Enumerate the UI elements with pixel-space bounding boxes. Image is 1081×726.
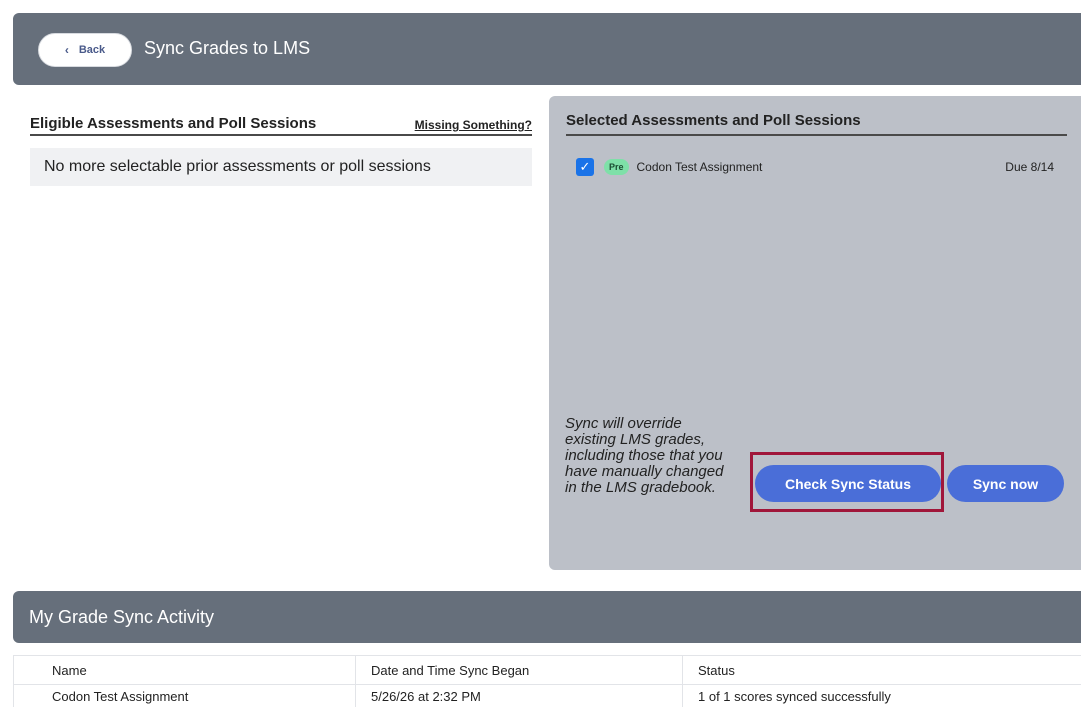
- eligible-section-title: Eligible Assessments and Poll Sessions: [30, 115, 317, 132]
- eligible-empty-message: No more selectable prior assessments or …: [30, 148, 532, 186]
- selected-section: Selected Assessments and Poll Sessions ✓…: [549, 96, 1081, 570]
- sync-warning-text: Sync will override existing LMS grades, …: [565, 415, 724, 496]
- activity-header: My Grade Sync Activity: [13, 591, 1081, 643]
- back-button[interactable]: ‹ Back: [38, 33, 132, 67]
- column-header-name: Name: [13, 655, 356, 685]
- row-date: 5/26/26 at 2:32 PM: [355, 684, 683, 707]
- eligible-section: Eligible Assessments and Poll Sessions M…: [30, 112, 532, 186]
- row-status: 1 of 1 scores synced successfully: [682, 684, 1081, 707]
- column-header-status: Status: [682, 655, 1081, 685]
- row-name: Codon Test Assignment: [13, 684, 356, 707]
- eligible-section-header: Eligible Assessments and Poll Sessions M…: [30, 112, 532, 136]
- page-title: Sync Grades to LMS: [144, 38, 311, 58]
- sync-grades-page: ‹ Back Sync Grades to LMS Eligible Asses…: [0, 0, 1081, 726]
- back-button-label: Back: [78, 44, 106, 56]
- sync-now-button[interactable]: Sync now: [947, 465, 1064, 502]
- selected-item-name: Codon Test Assignment: [636, 160, 763, 174]
- selected-section-title: Selected Assessments and Poll Sessions: [566, 112, 1067, 136]
- missing-something-link[interactable]: Missing Something?: [415, 118, 532, 132]
- selected-item-checkbox[interactable]: ✓: [576, 158, 594, 176]
- page-header: ‹ Back Sync Grades to LMS: [13, 13, 1081, 85]
- column-header-date: Date and Time Sync Began: [355, 655, 683, 685]
- check-sync-status-button[interactable]: Check Sync Status: [755, 465, 941, 502]
- check-icon: ✓: [579, 159, 591, 174]
- selected-item: ✓ Pre Codon Test Assignment Due 8/14: [576, 157, 1054, 177]
- pre-badge: Pre: [604, 159, 629, 175]
- table-row: Codon Test Assignment 5/26/26 at 2:32 PM…: [13, 684, 1081, 707]
- activity-table: Name Date and Time Sync Began Status Cod…: [13, 655, 1081, 707]
- chevron-left-icon: ‹: [64, 43, 69, 57]
- selected-item-due: Due 8/14: [1005, 160, 1054, 174]
- table-header-row: Name Date and Time Sync Began Status: [13, 655, 1081, 685]
